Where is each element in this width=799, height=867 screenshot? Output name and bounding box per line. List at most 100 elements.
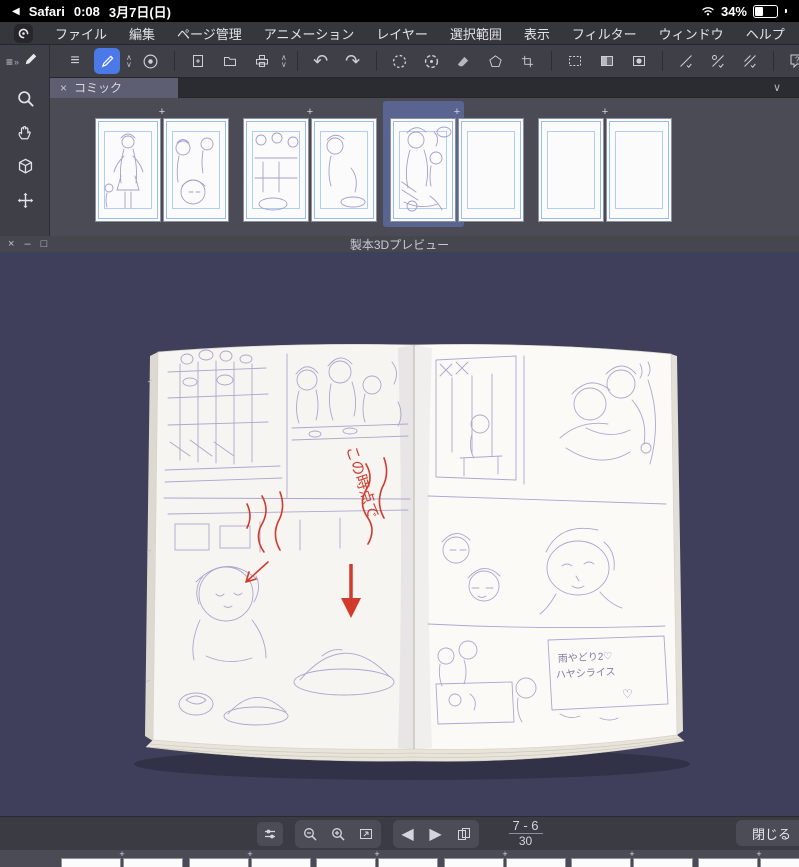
spread-thumbnail-1[interactable]: + xyxy=(95,106,229,222)
toolbar-separator xyxy=(375,51,377,71)
menu-layer[interactable]: レイヤー xyxy=(376,24,428,43)
gradient-button[interactable] xyxy=(594,48,620,74)
tab-close-icon[interactable]: × xyxy=(60,81,67,95)
move-tool-button[interactable] xyxy=(0,183,50,217)
next-page-button[interactable]: ▶ xyxy=(423,822,449,846)
spread-thumbnail-partial[interactable]: + xyxy=(61,850,183,867)
spread-thumbnail-partial[interactable]: + xyxy=(444,850,566,867)
spread-view-button[interactable] xyxy=(451,822,477,846)
reset-view-button[interactable] xyxy=(419,48,445,74)
blend-tool-button[interactable] xyxy=(451,48,477,74)
page-sketch xyxy=(175,137,214,205)
figure-tool-button[interactable] xyxy=(483,48,509,74)
snap-grid-button[interactable] xyxy=(737,48,763,74)
battery-cap xyxy=(785,9,787,13)
snap-special-ruler-button[interactable] xyxy=(705,48,731,74)
open-file-button[interactable] xyxy=(217,48,243,74)
spread-thumbnail-2[interactable]: + xyxy=(243,106,377,222)
zoom-tool-button[interactable] xyxy=(0,81,50,115)
page-thumbnail[interactable] xyxy=(458,118,524,222)
collapse-strip-chevron-icon[interactable]: ∨ xyxy=(773,81,781,94)
page-thumbnail-selected[interactable] xyxy=(390,118,456,222)
registration-mark: + xyxy=(158,106,166,118)
spread-thumbnail-4[interactable]: + xyxy=(538,106,672,222)
menu-bar: ファイル 編集 ページ管理 アニメーション レイヤー 選択範囲 表示 フィルター… xyxy=(0,22,799,45)
spread-thumbnail-partial[interactable]: + xyxy=(698,850,799,867)
status-date: 3月7日(日) xyxy=(108,4,171,20)
menu-animation[interactable]: アニメーション xyxy=(264,24,354,43)
export-stepper[interactable]: ∧ ∨ xyxy=(281,54,287,69)
tab-label: コミック xyxy=(74,81,123,95)
snap-ruler-button[interactable] xyxy=(673,48,699,74)
menu-view[interactable]: 表示 xyxy=(524,24,550,43)
page-thumbnail[interactable] xyxy=(163,118,229,222)
toolbar-separator xyxy=(296,51,298,71)
menu-page-manage[interactable]: ページ管理 xyxy=(177,24,242,43)
pen-tool-button[interactable] xyxy=(94,48,120,74)
prev-page-button[interactable]: ◀ xyxy=(395,822,421,846)
bottom-thumbnail-strip: + + + + + + xyxy=(0,850,799,867)
main-menu-button[interactable]: ≡ xyxy=(62,48,88,74)
palette-menu-button[interactable]: ≡» xyxy=(6,55,19,69)
clip-studio-logo[interactable] xyxy=(14,23,33,43)
menu-selection[interactable]: 選択範囲 xyxy=(450,24,502,43)
spread-thumbnail-partial[interactable]: + xyxy=(316,850,438,867)
crop-mark-button[interactable] xyxy=(515,48,541,74)
new-page-button[interactable] xyxy=(185,48,211,74)
current-spread: 7 - 6 xyxy=(512,818,539,833)
page-thumbnail[interactable] xyxy=(606,118,672,222)
binding-preview-window: × – □ 製本3Dプレビュー この時点で 雨やどり2♡ ハヤシライス ♡ ◀ … xyxy=(0,236,799,850)
export-button[interactable] xyxy=(249,48,275,74)
select-area-button[interactable] xyxy=(562,48,588,74)
page-thumbnail[interactable] xyxy=(538,118,604,222)
toolbar-separator xyxy=(550,51,552,71)
redo-button[interactable]: ↷ xyxy=(340,48,366,74)
toolbar-separator xyxy=(772,51,774,71)
menu-filter[interactable]: フィルター xyxy=(572,24,637,43)
brush-size-button[interactable] xyxy=(138,48,164,74)
menu-file[interactable]: ファイル xyxy=(55,24,107,43)
spread-thumbnail-partial[interactable]: + xyxy=(189,850,311,867)
battery-percent: 34% xyxy=(720,3,747,19)
wifi-icon xyxy=(701,4,715,19)
undo-button[interactable]: ↶ xyxy=(308,48,334,74)
svg-text:?: ? xyxy=(795,56,799,65)
status-time: 0:08 xyxy=(73,3,100,19)
page-sketch xyxy=(326,134,366,208)
view-settings-button[interactable] xyxy=(256,821,283,846)
preview-titlebar[interactable]: × – □ 製本3Dプレビュー xyxy=(0,236,799,253)
page-thumbnail[interactable] xyxy=(243,118,309,222)
tool-stepper[interactable]: ∧ ∨ xyxy=(126,54,132,69)
main-toolbar: ≡ ∧ ∨ ∧ ∨ ↶ ↷ ? xyxy=(0,45,799,78)
book-3d-model[interactable]: この時点で 雨やどり2♡ ハヤシライス ♡ xyxy=(0,252,799,816)
registration-mark: + xyxy=(306,106,314,118)
clear-button[interactable] xyxy=(387,48,413,74)
zoom-out-button[interactable] xyxy=(297,822,323,846)
close-preview-button[interactable]: 閉じる xyxy=(735,820,799,846)
window-close-icon[interactable]: × xyxy=(8,238,14,250)
preview-canvas[interactable]: この時点で 雨やどり2♡ ハヤシライス ♡ xyxy=(0,252,799,816)
help-button[interactable]: ? xyxy=(784,48,799,74)
zoom-in-button[interactable] xyxy=(325,822,351,846)
tab-comic[interactable]: × コミック xyxy=(50,77,178,98)
page-thumbnail[interactable] xyxy=(95,118,161,222)
spread-thumbnail-3-selected[interactable]: + xyxy=(383,101,524,227)
back-to-app-label[interactable]: Safari xyxy=(29,4,65,19)
spread-thumbnail-partial[interactable]: + xyxy=(571,850,693,867)
fit-to-screen-button[interactable] xyxy=(353,822,379,846)
mask-button[interactable] xyxy=(626,48,652,74)
page-sketch xyxy=(401,126,452,212)
window-minimize-icon[interactable]: – xyxy=(24,238,30,250)
menu-help[interactable]: ヘルプ xyxy=(746,24,785,43)
window-maximize-icon[interactable]: □ xyxy=(41,238,48,250)
current-tool-pen-icon[interactable] xyxy=(24,52,38,71)
registration-mark: + xyxy=(453,106,461,118)
preview-window-title: 製本3Dプレビュー xyxy=(349,237,450,252)
rotate-3d-tool-button[interactable] xyxy=(0,149,50,183)
hand-tool-button[interactable] xyxy=(0,115,50,149)
menu-edit[interactable]: 編集 xyxy=(129,24,155,43)
zoom-button-group xyxy=(294,819,381,848)
menu-window[interactable]: ウィンドウ xyxy=(659,24,724,43)
page-thumbnail[interactable] xyxy=(311,118,377,222)
back-to-app-icon[interactable]: ◀ xyxy=(12,6,20,17)
